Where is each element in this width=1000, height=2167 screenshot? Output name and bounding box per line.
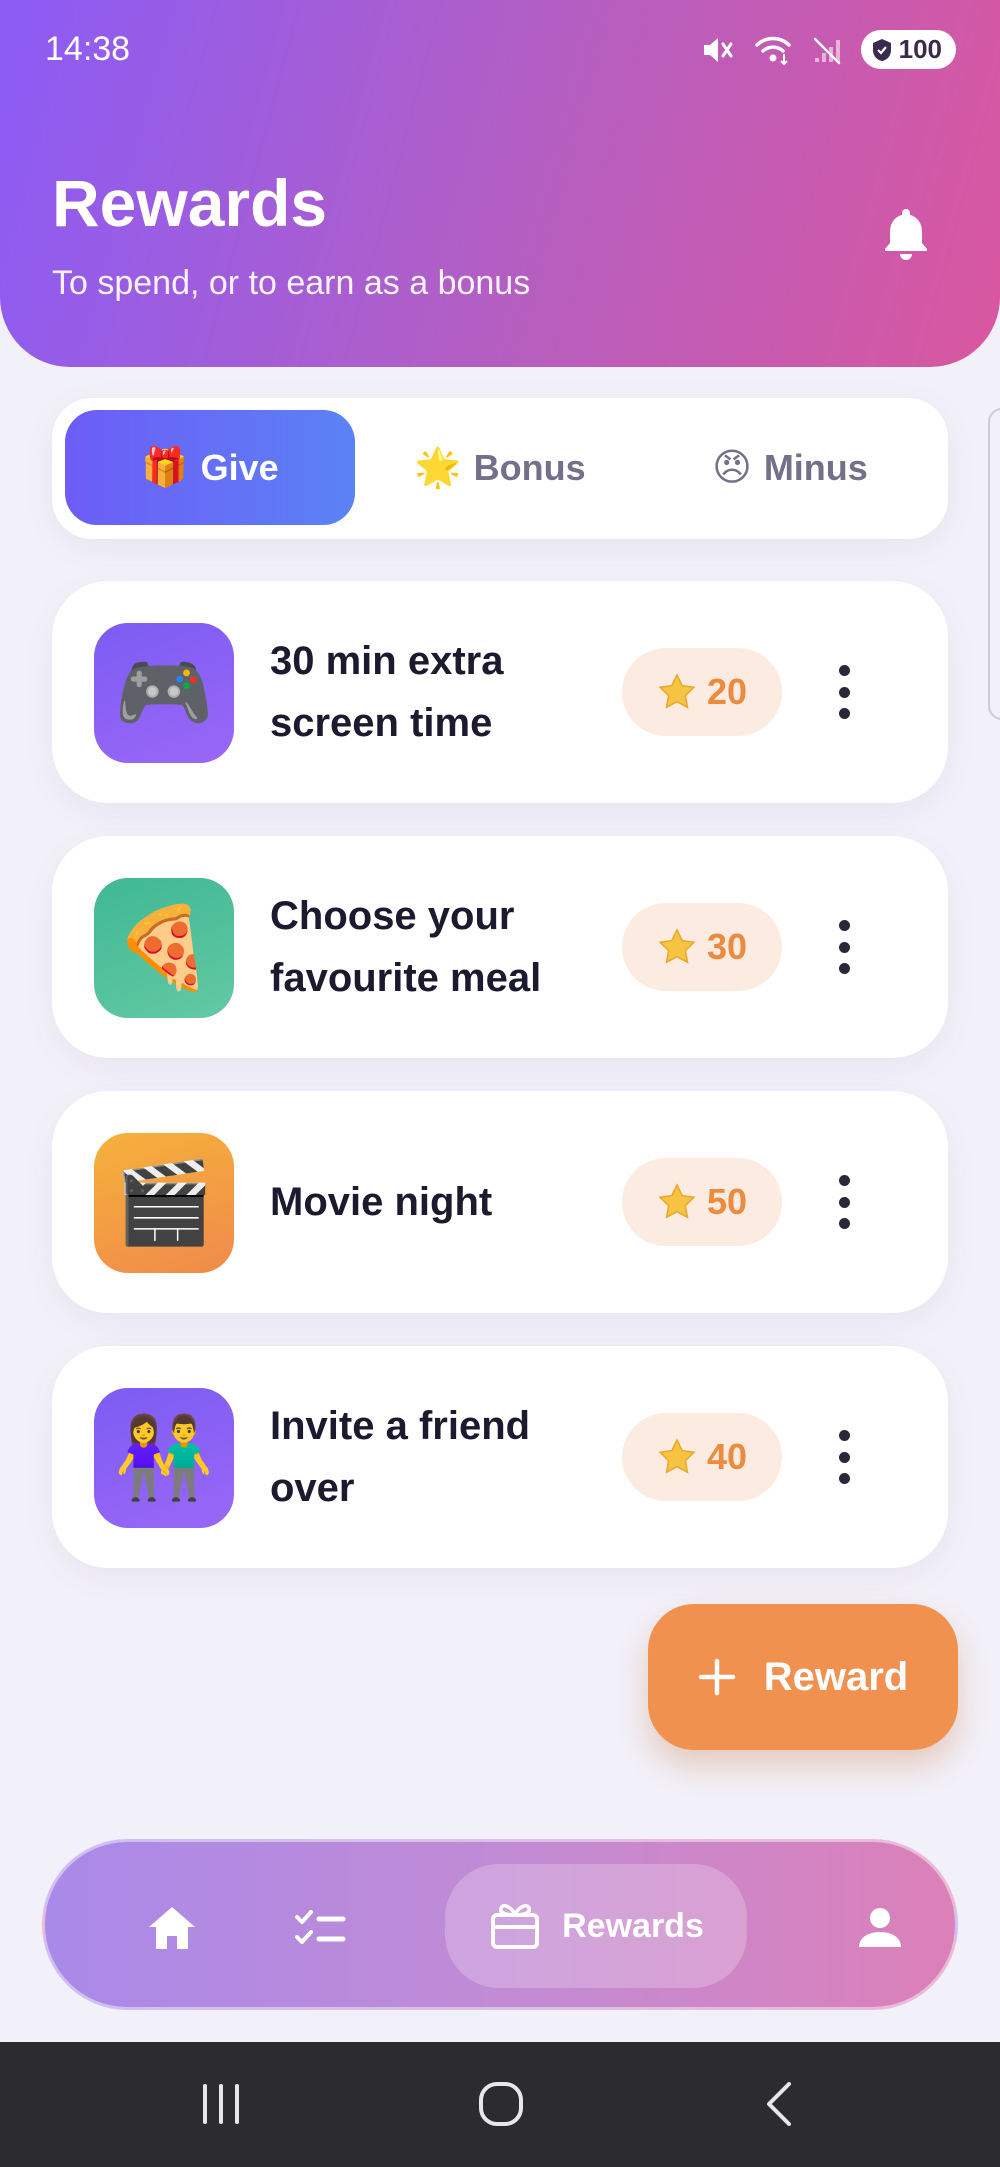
star-icon bbox=[658, 1183, 696, 1219]
recent-apps-icon bbox=[203, 2084, 239, 2124]
no-signal-icon bbox=[813, 37, 840, 64]
star-icon bbox=[658, 928, 696, 964]
star-icon bbox=[658, 1438, 696, 1474]
status-icons: 100 bbox=[701, 30, 956, 69]
more-options-icon[interactable] bbox=[824, 1169, 864, 1235]
page-subtitle: To spend, or to earn as a bonus bbox=[52, 264, 531, 302]
tab-give-label: Give bbox=[200, 446, 279, 488]
points-badge: 20 bbox=[622, 648, 782, 736]
battery-indicator: 100 bbox=[860, 30, 956, 69]
star-icon bbox=[658, 673, 696, 709]
battery-level: 100 bbox=[898, 34, 942, 64]
reward-type-tabs: 🎁 Give 🌟 Bonus 😠 Minus bbox=[52, 398, 948, 539]
nav-home[interactable] bbox=[97, 1842, 247, 2013]
mute-icon bbox=[703, 37, 733, 62]
more-options-icon[interactable] bbox=[824, 1424, 864, 1490]
gift-icon: 🎁 bbox=[141, 446, 189, 489]
scroll-indicator[interactable] bbox=[988, 408, 1000, 720]
nav-tasks[interactable] bbox=[245, 1842, 395, 2013]
tab-bonus-label: Bonus bbox=[473, 446, 586, 488]
tab-bonus[interactable]: 🌟 Bonus bbox=[355, 410, 645, 525]
reward-card[interactable]: 🍕 Choose your favourite meal 30 bbox=[52, 836, 948, 1058]
gift-box-icon bbox=[491, 1904, 540, 1949]
checklist-icon bbox=[295, 1909, 346, 1944]
points-badge: 30 bbox=[622, 903, 782, 991]
reward-title: Choose your favourite meal bbox=[270, 894, 542, 1000]
points-badge: 40 bbox=[622, 1413, 782, 1501]
nav-rewards[interactable]: Rewards bbox=[445, 1864, 747, 1988]
points-value: 30 bbox=[706, 926, 748, 967]
system-navigation-bar bbox=[0, 2042, 1000, 2167]
points-value: 40 bbox=[706, 1436, 748, 1477]
home-circle-icon bbox=[479, 2082, 523, 2126]
home-icon bbox=[149, 1906, 195, 1949]
reward-title: Movie night bbox=[270, 1180, 493, 1224]
add-reward-label: Reward bbox=[763, 1654, 909, 1699]
add-reward-button[interactable]: Reward bbox=[648, 1604, 958, 1750]
points-value: 20 bbox=[706, 671, 748, 712]
glowing-star-icon: 🌟 bbox=[414, 446, 462, 489]
more-options-icon[interactable] bbox=[824, 914, 864, 980]
status-time: 14:38 bbox=[45, 30, 131, 68]
back-chevron-icon bbox=[767, 2082, 791, 2126]
battery-icon bbox=[872, 38, 891, 61]
wifi-icon bbox=[754, 36, 791, 65]
tab-minus[interactable]: 😠 Minus bbox=[645, 410, 935, 525]
game-controller-icon: 🎮 bbox=[94, 623, 234, 763]
friends-icon: 👫 bbox=[94, 1388, 234, 1528]
points-badge: 50 bbox=[622, 1158, 782, 1246]
reward-card[interactable]: 🎬 Movie night 50 bbox=[52, 1091, 948, 1313]
points-value: 50 bbox=[706, 1181, 748, 1222]
home-system-button[interactable] bbox=[466, 2072, 536, 2136]
recent-apps-button[interactable] bbox=[186, 2072, 256, 2136]
nav-rewards-label: Rewards bbox=[562, 1906, 704, 1945]
profile-icon bbox=[859, 1907, 901, 1947]
clapper-board-icon: 🎬 bbox=[94, 1133, 234, 1273]
tab-give[interactable]: 🎁 Give bbox=[65, 410, 355, 525]
bottom-navigation: Rewards bbox=[42, 1839, 958, 2010]
reward-title: Invite a friend over bbox=[270, 1404, 531, 1510]
reward-title: 30 min extra screen time bbox=[270, 639, 504, 745]
tab-minus-label: Minus bbox=[763, 446, 868, 488]
reward-card[interactable]: 👫 Invite a friend over 40 bbox=[52, 1346, 948, 1568]
pizza-icon: 🍕 bbox=[94, 878, 234, 1018]
angry-face-icon: 😠 bbox=[712, 447, 752, 489]
plus-icon bbox=[698, 1658, 735, 1696]
more-options-icon[interactable] bbox=[824, 659, 864, 725]
reward-card[interactable]: 🎮 30 min extra screen time 20 bbox=[52, 581, 948, 803]
back-button[interactable] bbox=[746, 2072, 816, 2136]
bell-icon[interactable] bbox=[880, 205, 932, 261]
header: 14:38 100 Rewards To spend, or to earn a… bbox=[0, 0, 1000, 367]
nav-profile[interactable] bbox=[805, 1842, 955, 2013]
page-title: Rewards bbox=[52, 166, 328, 240]
